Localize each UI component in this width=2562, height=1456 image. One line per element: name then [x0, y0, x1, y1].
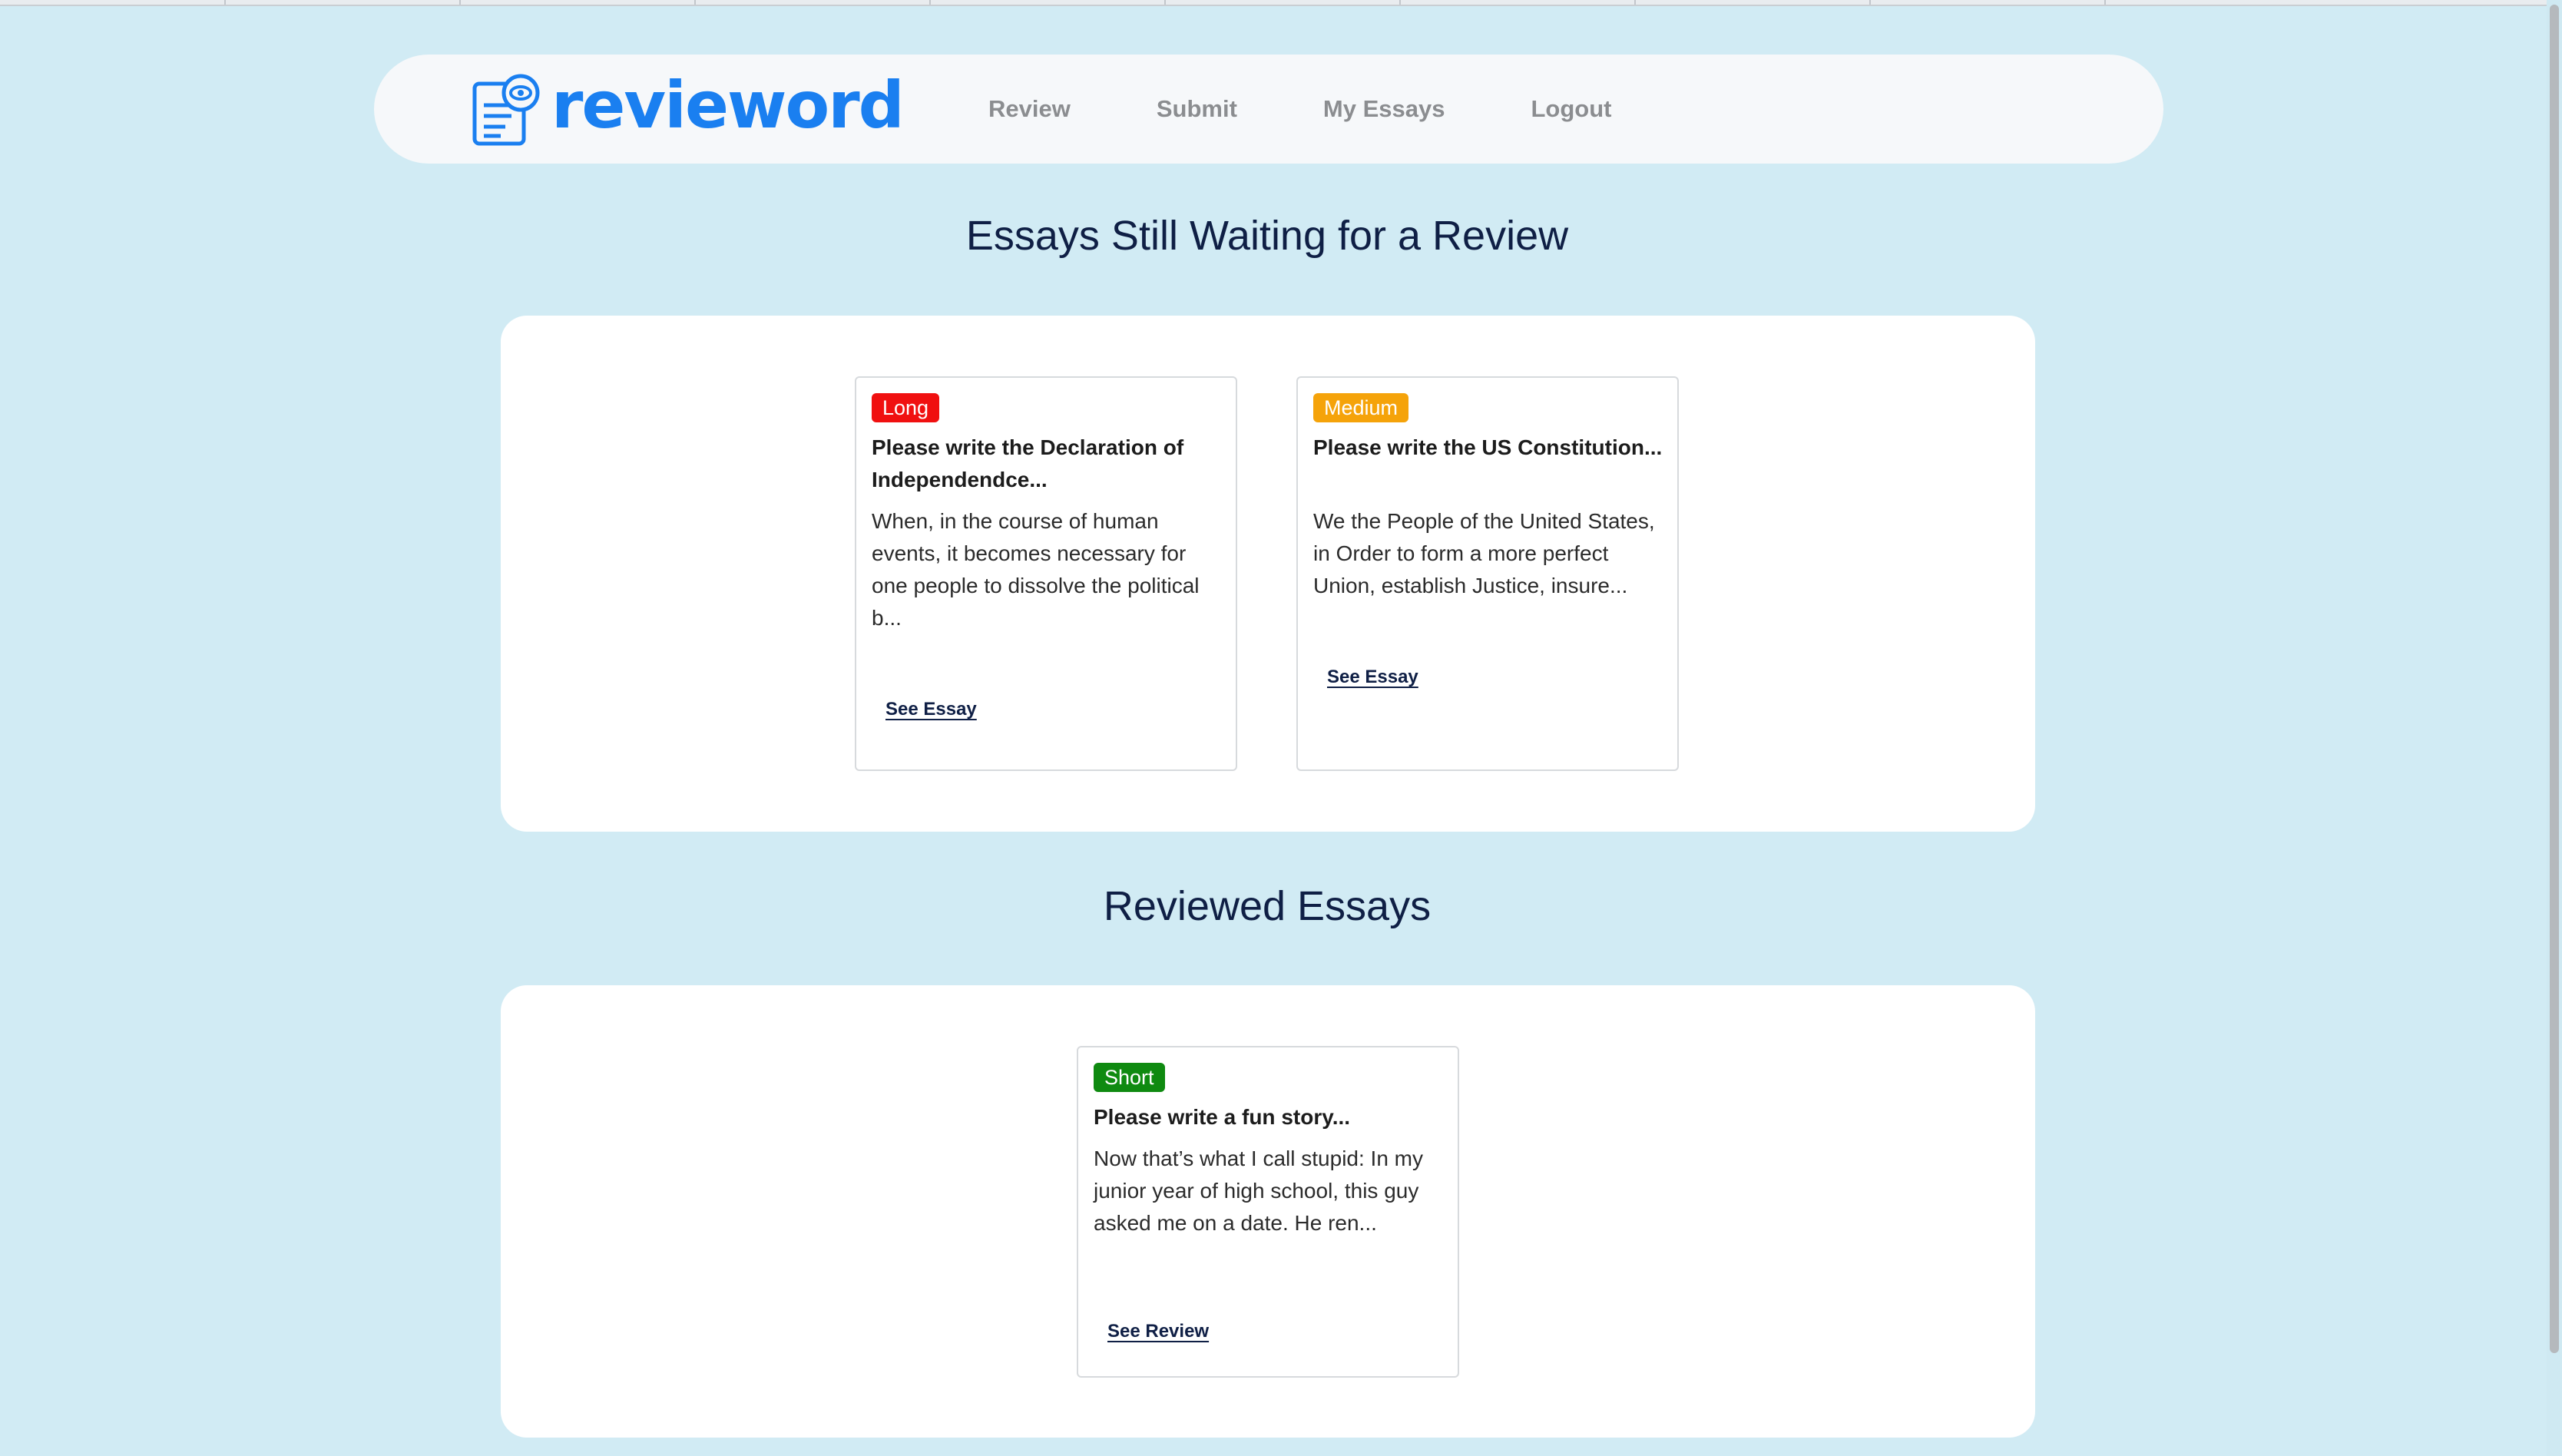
essay-card: Medium Please write the US Constitution.…: [1296, 376, 1679, 771]
see-essay-link[interactable]: See Essay: [1327, 667, 1418, 688]
nav-links: Review Submit My Essays Logout: [988, 55, 1697, 164]
length-badge-short: Short: [1094, 1063, 1165, 1092]
nav-submit-link[interactable]: Submit: [1157, 95, 1237, 123]
essay-excerpt: Now that’s what I call stupid: In my jun…: [1094, 1147, 1423, 1235]
essay-card: Short Please write a fun story... Now th…: [1077, 1046, 1459, 1378]
brand-logo[interactable]: revieword: [470, 68, 905, 148]
nav-review-link[interactable]: Review: [988, 95, 1071, 123]
document-eye-icon: [472, 74, 540, 146]
nav-logout-link[interactable]: Logout: [1531, 95, 1611, 123]
navbar: revieword Review Submit My Essays Logout: [374, 55, 2163, 164]
waiting-heading: Essays Still Waiting for a Review: [965, 213, 1569, 259]
browser-top-edge: [0, 0, 2562, 6]
essay-title: Please write a fun story...: [1094, 1105, 1351, 1129]
reviewed-panel: Short Please write a fun story... Now th…: [501, 985, 2035, 1438]
essay-excerpt: We the People of the United States, in O…: [1313, 509, 1655, 597]
reviewed-heading: Reviewed Essays: [1103, 883, 1432, 929]
brand-name: revieword: [551, 68, 905, 143]
length-badge-medium: Medium: [1313, 393, 1409, 422]
waiting-panel: Long Please write the Declaration of Ind…: [501, 316, 2035, 832]
see-review-link[interactable]: See Review: [1107, 1321, 1209, 1342]
nav-my-essays-link[interactable]: My Essays: [1323, 95, 1445, 123]
length-badge-long: Long: [872, 393, 940, 422]
essay-card: Long Please write the Declaration of Ind…: [855, 376, 1237, 771]
essay-title: Please write the US Constitution...: [1313, 435, 1663, 459]
see-essay-link[interactable]: See Essay: [885, 699, 977, 720]
essay-excerpt: When, in the course of human events, it …: [872, 509, 1200, 630]
scrollbar-thumb[interactable]: [2550, 5, 2559, 1353]
essay-title: Please write the Declaration of Independ…: [872, 435, 1184, 491]
